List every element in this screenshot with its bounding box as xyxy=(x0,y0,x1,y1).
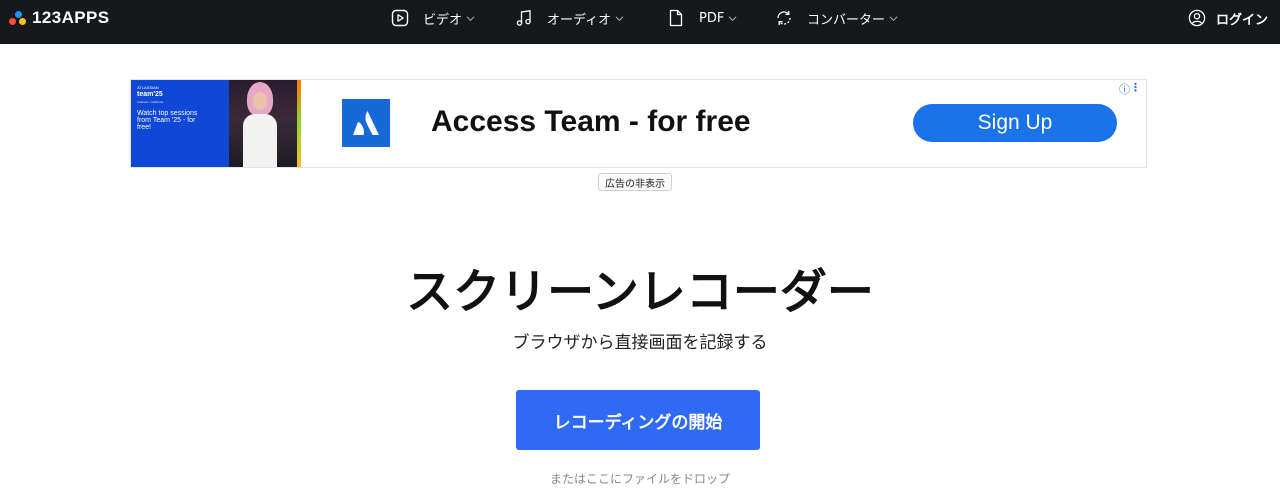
ad-thumbnail-text: ATLASSIAN team'25 Anaheim, California Wa… xyxy=(137,85,201,132)
atlassian-logo-icon xyxy=(342,99,390,147)
drop-files-hint: またはここにファイルをドロップ xyxy=(549,472,730,486)
user-circle-icon xyxy=(1188,9,1206,27)
ad-speaker-photo xyxy=(229,80,301,167)
nav-pdf-label: PDF xyxy=(699,10,725,26)
ad-thumb-line4: Watch top sessions from Team '25 - for f… xyxy=(137,109,198,132)
chevron-down-icon xyxy=(728,15,737,21)
play-square-icon xyxy=(391,9,409,27)
hide-ad-button[interactable]: 広告の非表示 xyxy=(598,173,672,191)
logo-text: 123APPS xyxy=(32,8,110,27)
nav-video-label: ビデオ xyxy=(423,12,463,28)
page-subtitle: ブラウザから直接画面を記録する xyxy=(512,333,768,353)
ad-thumbnail-image: ATLASSIAN team'25 Anaheim, California Wa… xyxy=(131,80,301,167)
login-label: ログイン xyxy=(1215,12,1268,28)
chevron-down-icon xyxy=(889,15,898,21)
nav-converter-label: コンバーター xyxy=(807,12,886,28)
ad-thumb-line1: ATLASSIAN xyxy=(137,85,159,90)
page-title: スクリーンレコーダー xyxy=(406,265,874,320)
ad-thumb-line2: team'25 xyxy=(137,91,163,99)
convert-cycle-icon xyxy=(777,11,791,25)
chevron-down-icon xyxy=(615,15,624,21)
nav-audio-menu[interactable]: オーディオ xyxy=(515,0,624,36)
document-icon xyxy=(669,9,683,27)
ad-info-icon[interactable]: ⓘ xyxy=(1119,81,1130,97)
nav-audio-label: オーディオ xyxy=(547,12,612,28)
ad-thumb-line3: Anaheim, California xyxy=(137,99,164,104)
music-note-icon xyxy=(516,10,531,26)
nav-converter-menu[interactable]: コンバーター xyxy=(775,0,898,36)
login-button[interactable]: ログイン xyxy=(1188,0,1268,36)
app-logo[interactable]: 123APPS xyxy=(9,8,110,27)
logo-mark-icon xyxy=(9,9,29,27)
chevron-down-icon xyxy=(466,15,475,21)
ad-headline[interactable]: Access Team - for free xyxy=(431,105,751,139)
top-nav-bar: 123APPS ビデオ オーディオ PDF コンバーター ログイン xyxy=(0,0,1280,44)
ad-menu-icon[interactable]: ⋮ xyxy=(1130,81,1141,94)
ad-signup-button[interactable]: Sign Up xyxy=(913,104,1117,142)
nav-video-menu[interactable]: ビデオ xyxy=(391,0,475,36)
nav-pdf-menu[interactable]: PDF xyxy=(667,0,737,36)
start-recording-button[interactable]: レコーディングの開始 xyxy=(516,390,760,450)
ad-banner[interactable]: ATLASSIAN team'25 Anaheim, California Wa… xyxy=(130,79,1147,168)
